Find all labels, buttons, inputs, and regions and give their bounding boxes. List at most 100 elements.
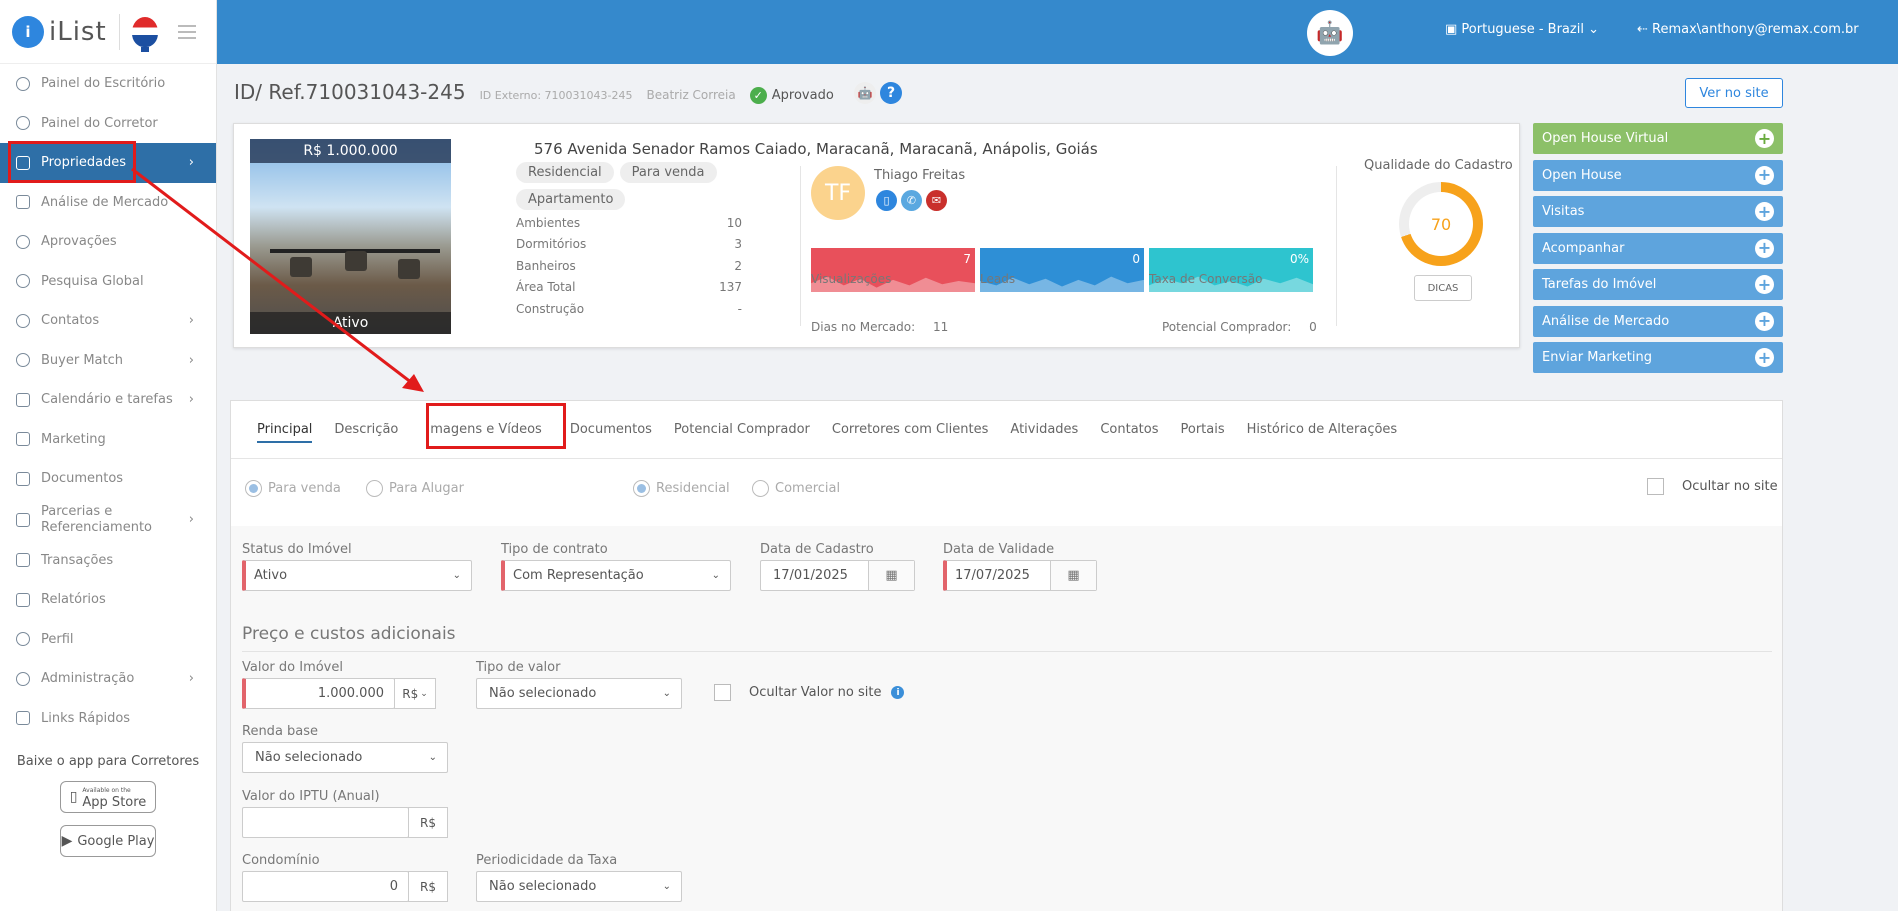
sidebar-item-calendario[interactable]: Calendário e tarefas › bbox=[0, 380, 216, 420]
mobile-icon[interactable]: ▯ bbox=[876, 190, 897, 211]
valid-date-label: Data de Validade bbox=[943, 542, 1055, 557]
book-icon bbox=[16, 432, 30, 447]
market-analysis-button[interactable]: Análise de Mercado + bbox=[1533, 305, 1783, 337]
radio-for-rent[interactable]: Para Alugar bbox=[366, 480, 464, 497]
sidebar-item-relatorios[interactable]: Relatórios bbox=[0, 580, 216, 620]
tab-imagens-videos[interactable]: Imagens e Vídeos bbox=[409, 401, 558, 459]
sidebar-item-buyer-match[interactable]: Buyer Match › bbox=[0, 341, 216, 381]
sidebar-item-propriedades[interactable]: Propriedades › bbox=[0, 143, 216, 183]
valid-date-input[interactable]: 17/07/2025 ▦ bbox=[943, 560, 1097, 591]
external-id: ID Externo: 710031043-245 bbox=[479, 89, 633, 102]
sidebar-item-parcerias[interactable]: Parcerias e Referenciamento › bbox=[0, 499, 216, 541]
google-play-label: Google Play bbox=[77, 833, 155, 849]
sidebar-item-pesquisa-global[interactable]: Pesquisa Global bbox=[0, 262, 216, 302]
view-on-site-button[interactable]: Ver no site bbox=[1685, 78, 1783, 108]
sidebar-item-label: Parcerias e Referenciamento bbox=[41, 503, 152, 535]
status-select[interactable]: Ativo ⌄ bbox=[242, 560, 472, 591]
currency-label: R$ bbox=[402, 686, 419, 701]
user-menu[interactable]: ⇠ Remax\anthony@remax.com.br bbox=[1637, 22, 1859, 37]
bar-chart-icon bbox=[16, 592, 30, 607]
language-selector[interactable]: ▣ Portuguese - Brazil ⌄ bbox=[1445, 22, 1599, 37]
follow-up-button[interactable]: Acompanhar + bbox=[1533, 232, 1783, 264]
remax-balloon-logo bbox=[131, 16, 158, 52]
logo-divider bbox=[118, 13, 120, 50]
days-label: Dias no Mercado: bbox=[811, 320, 916, 334]
spec-row: Dormitórios 3 bbox=[516, 234, 742, 256]
sidebar-item-painel-corretor[interactable]: Painel do Corretor bbox=[0, 104, 216, 144]
app-store-button[interactable]: ▯ Available on the App Store bbox=[60, 781, 156, 813]
tab-descricao[interactable]: Descrição bbox=[323, 401, 409, 459]
status-label: Status do Imóvel bbox=[242, 542, 352, 557]
sidebar-item-painel-escritorio[interactable]: Painel do Escritório bbox=[0, 64, 216, 104]
chevron-right-icon: › bbox=[188, 511, 194, 527]
link-icon bbox=[16, 711, 30, 726]
contract-select[interactable]: Com Representação ⌄ bbox=[501, 560, 731, 591]
robot-help-icon[interactable]: 🤖 bbox=[854, 82, 876, 104]
spec-label: Dormitórios bbox=[516, 237, 587, 252]
condo-input[interactable]: 0 bbox=[242, 871, 409, 902]
radio-commercial[interactable]: Comercial bbox=[752, 480, 840, 497]
robot-assistant-icon[interactable]: 🤖 bbox=[1307, 10, 1353, 56]
tab-documentos[interactable]: Documentos bbox=[559, 401, 663, 459]
sidebar-item-transacoes[interactable]: Transações bbox=[0, 541, 216, 581]
sidebar-item-links-rapidos[interactable]: Links Rápidos bbox=[0, 699, 216, 739]
tab-atividades[interactable]: Atividades bbox=[999, 401, 1089, 459]
open-house-virtual-button[interactable]: Open House Virtual + bbox=[1533, 123, 1783, 154]
hide-on-site-checkbox[interactable]: Ocultar no site bbox=[1647, 478, 1778, 495]
spec-value: 137 bbox=[719, 280, 742, 295]
tab-historico[interactable]: Histórico de Alterações bbox=[1236, 401, 1409, 459]
tab-contatos[interactable]: Contatos bbox=[1089, 401, 1169, 459]
spec-row: Construção - bbox=[516, 298, 742, 320]
reg-date-input[interactable]: 17/01/2025 ▦ bbox=[760, 560, 915, 591]
value-type-select[interactable]: Não selecionado ⌄ bbox=[476, 678, 682, 709]
apple-icon: ▯ bbox=[69, 789, 78, 805]
fee-period-select[interactable]: Não selecionado ⌄ bbox=[476, 871, 682, 902]
phone-icon[interactable]: ✆ bbox=[901, 190, 922, 211]
sidebar-item-analise-mercado[interactable]: Análise de Mercado bbox=[0, 183, 216, 223]
sidebar-item-aprovacoes[interactable]: Aprovações bbox=[0, 222, 216, 262]
tab-portais[interactable]: Portais bbox=[1170, 401, 1236, 459]
email-icon[interactable]: ✉ bbox=[926, 190, 947, 211]
currency-select[interactable]: R$ ⌄ bbox=[394, 678, 436, 709]
hamburger-menu-icon[interactable] bbox=[177, 21, 196, 43]
sidebar-item-marketing[interactable]: Marketing bbox=[0, 420, 216, 460]
contract-label: Tipo de contrato bbox=[501, 542, 608, 557]
sidebar-item-administracao[interactable]: Administração › bbox=[0, 659, 216, 699]
action-label: Visitas bbox=[1542, 204, 1585, 219]
sidebar-item-label: Painel do Corretor bbox=[41, 115, 158, 131]
input-value: 0 bbox=[389, 879, 398, 894]
sidebar-item-perfil[interactable]: Perfil bbox=[0, 620, 216, 660]
radio-residential[interactable]: Residencial bbox=[633, 480, 730, 497]
info-icon[interactable]: i bbox=[891, 686, 905, 699]
google-play-button[interactable]: ▶ Google Play bbox=[60, 825, 156, 857]
base-income-select[interactable]: Não selecionado ⌄ bbox=[242, 742, 448, 773]
checkbox-label: Ocultar no site bbox=[1682, 479, 1778, 494]
divider bbox=[1336, 166, 1337, 326]
potential-label: Potencial Comprador: bbox=[1162, 320, 1292, 334]
property-photo[interactable]: R$ 1.000.000 Ativo bbox=[250, 139, 451, 334]
potential-value: 0 bbox=[1309, 320, 1317, 334]
open-house-button[interactable]: Open House + bbox=[1533, 159, 1783, 191]
hide-value-checkbox[interactable]: Ocultar Valor no site i bbox=[714, 684, 905, 701]
sidebar-item-contatos[interactable]: Contatos › bbox=[0, 301, 216, 341]
chair-shape bbox=[398, 259, 420, 279]
tab-corretores-clientes[interactable]: Corretores com Clientes bbox=[821, 401, 1000, 459]
tips-button[interactable]: DICAS bbox=[1414, 275, 1472, 301]
calendar-icon[interactable]: ▦ bbox=[868, 561, 914, 590]
tab-potencial-comprador[interactable]: Potencial Comprador bbox=[663, 401, 821, 459]
sidebar-item-documentos[interactable]: Documentos bbox=[0, 459, 216, 499]
send-marketing-button[interactable]: Enviar Marketing + bbox=[1533, 342, 1783, 373]
help-icon[interactable]: ? bbox=[880, 82, 902, 104]
sidebar-item-label: Análise de Mercado bbox=[41, 194, 169, 210]
visits-button[interactable]: Visitas + bbox=[1533, 196, 1783, 227]
property-tasks-button[interactable]: Tarefas do Imóvel + bbox=[1533, 269, 1783, 300]
days-on-market: Dias no Mercado: 11 bbox=[811, 320, 948, 334]
stat-value: 0 bbox=[1132, 252, 1140, 266]
select-value: Não selecionado bbox=[255, 750, 363, 765]
calendar-icon[interactable]: ▦ bbox=[1050, 561, 1096, 590]
tab-principal[interactable]: Principal bbox=[246, 401, 323, 459]
brazil-flag-icon: ▣ bbox=[1445, 22, 1462, 37]
iptu-input[interactable] bbox=[242, 807, 409, 838]
radio-for-sale[interactable]: Para venda bbox=[245, 480, 341, 497]
value-input[interactable]: 1.000.000 bbox=[242, 678, 395, 709]
